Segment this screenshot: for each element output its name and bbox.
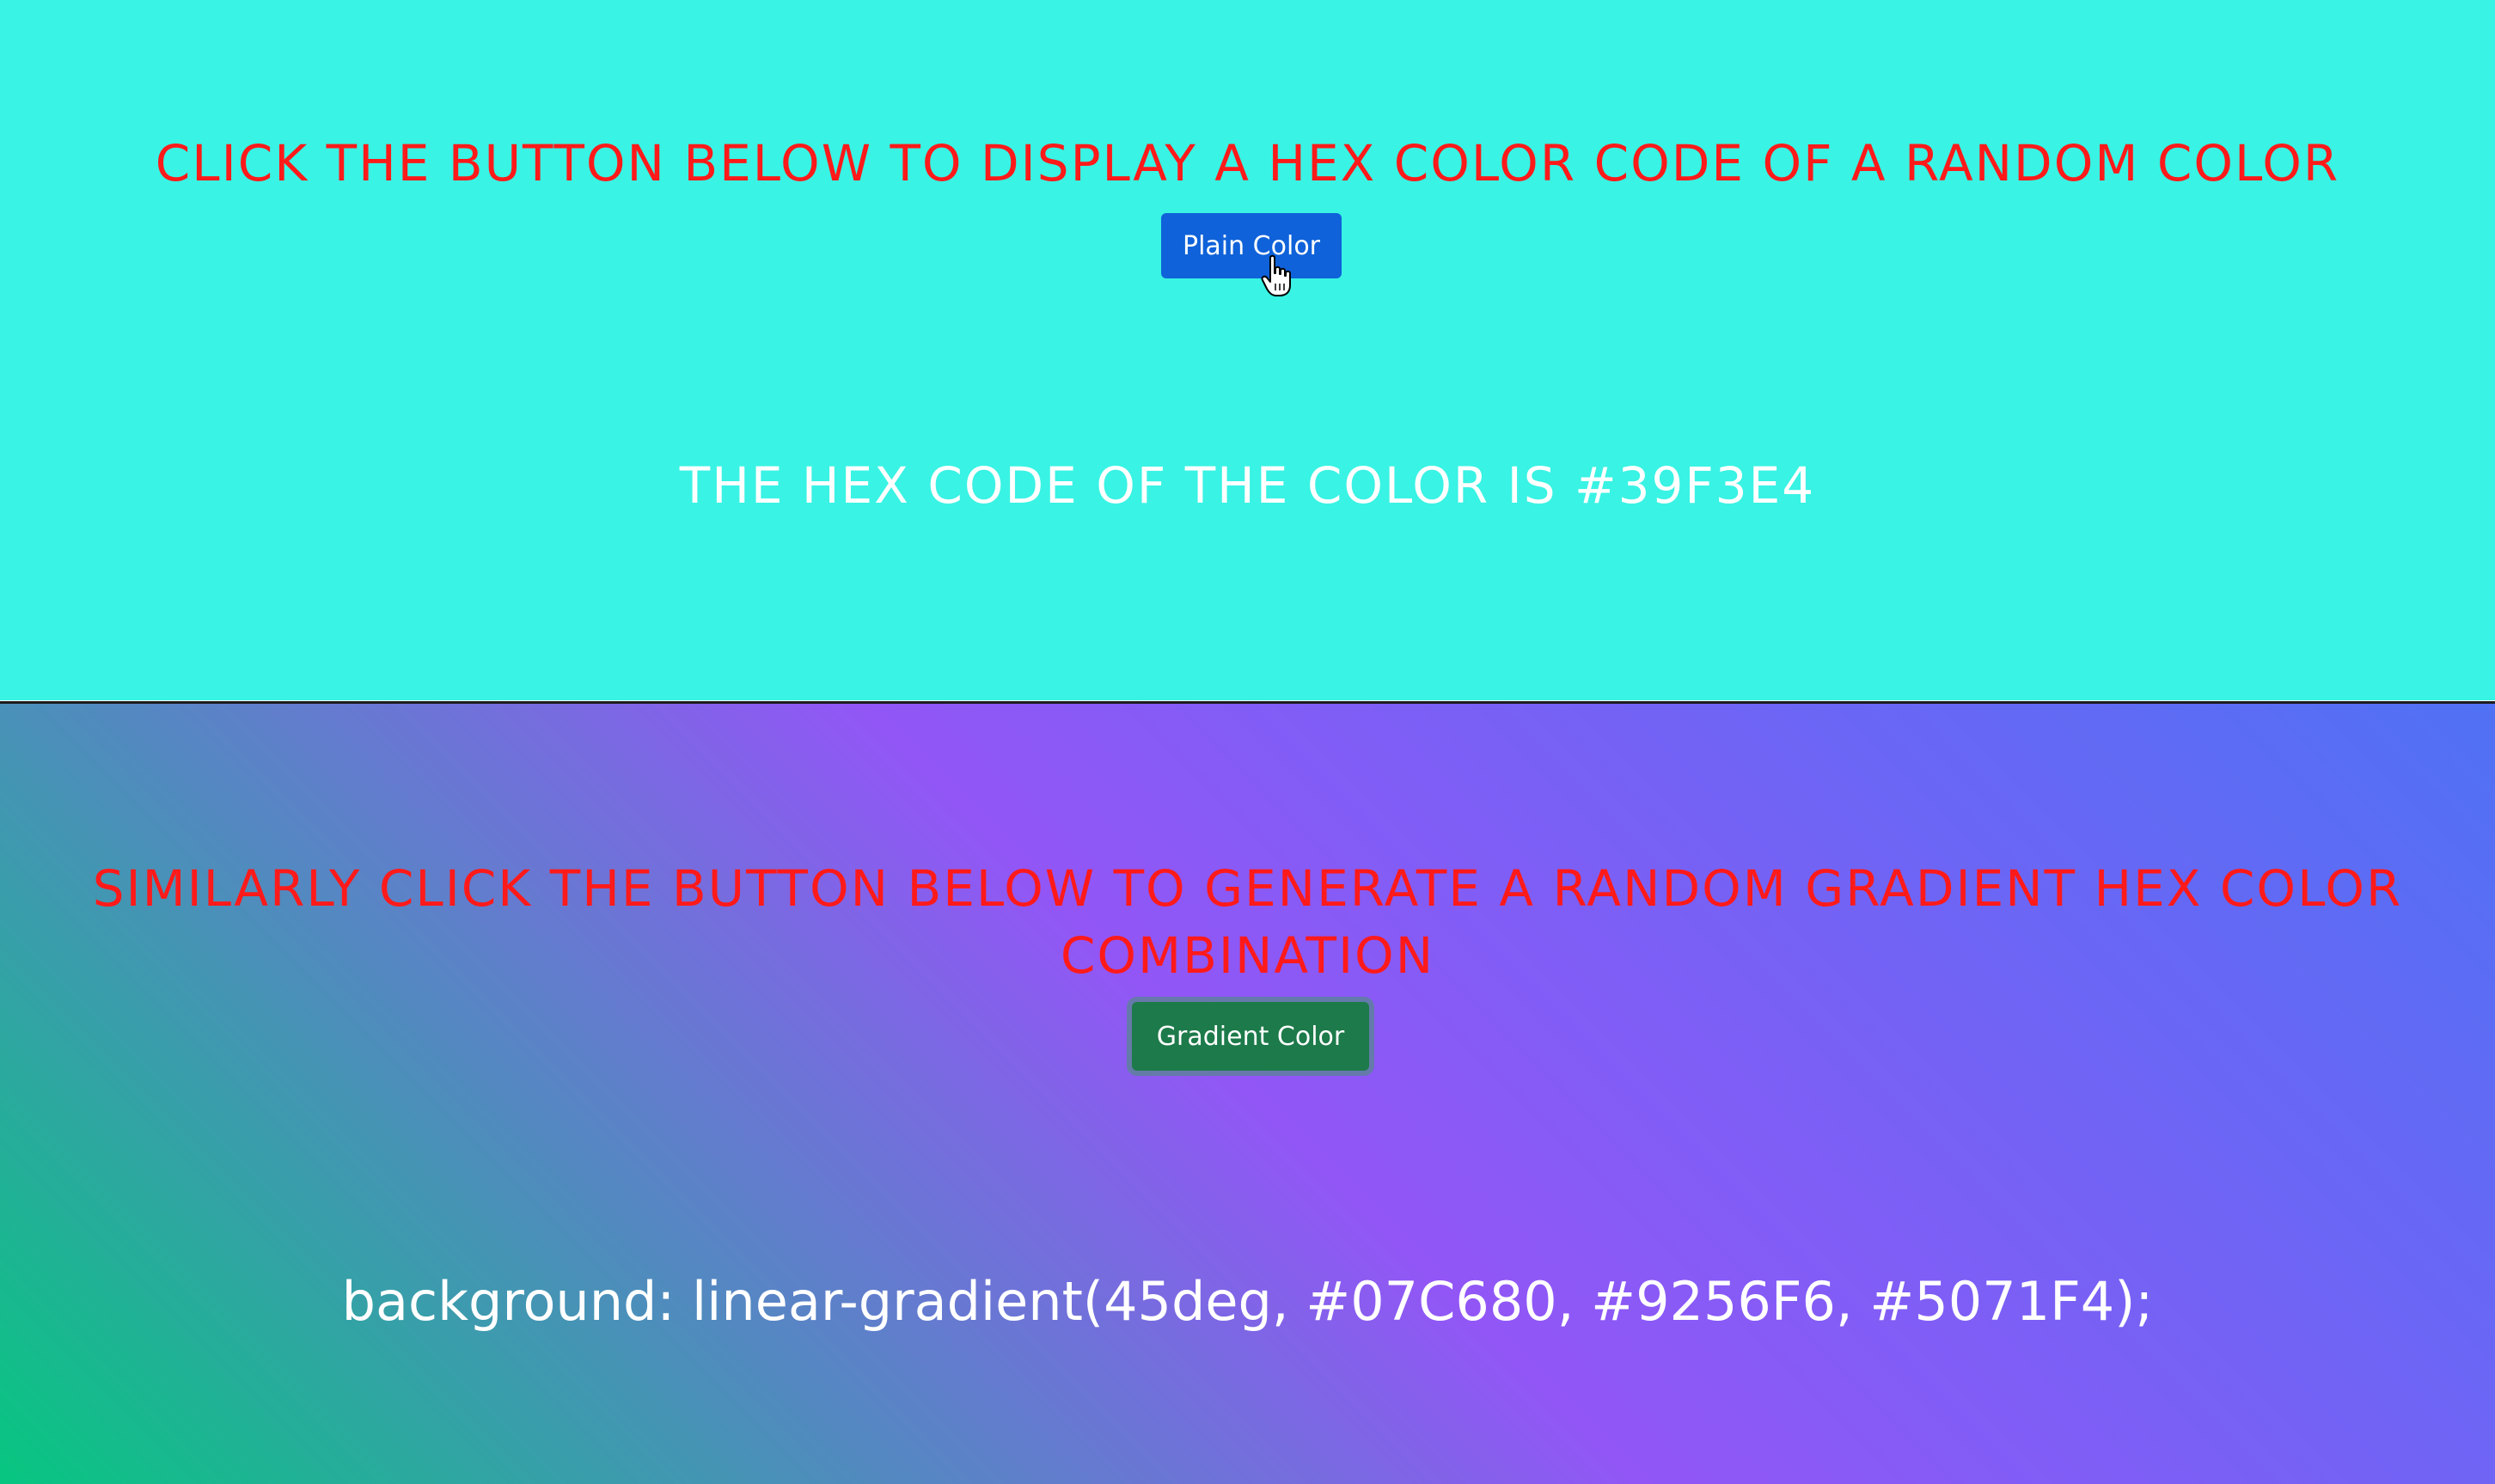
plain-color-button[interactable]: Plain Color	[1161, 213, 1342, 278]
gradient-color-button[interactable]: Gradient Color	[1132, 1002, 1369, 1071]
plain-color-result: The hex code of the color is #39F3E4	[679, 456, 1816, 515]
plain-color-section: Click the button below to display a hex …	[0, 0, 2495, 700]
gradient-css-result: background: linear-gradient(45deg, #07C6…	[341, 1270, 2154, 1333]
gradient-color-section	[0, 704, 2495, 1484]
gradient-color-heading: Similarly click the button below to gene…	[92, 859, 2403, 985]
plain-color-heading: Click the button below to display a hex …	[155, 134, 2340, 192]
hand-pointer-icon	[1261, 254, 1291, 296]
